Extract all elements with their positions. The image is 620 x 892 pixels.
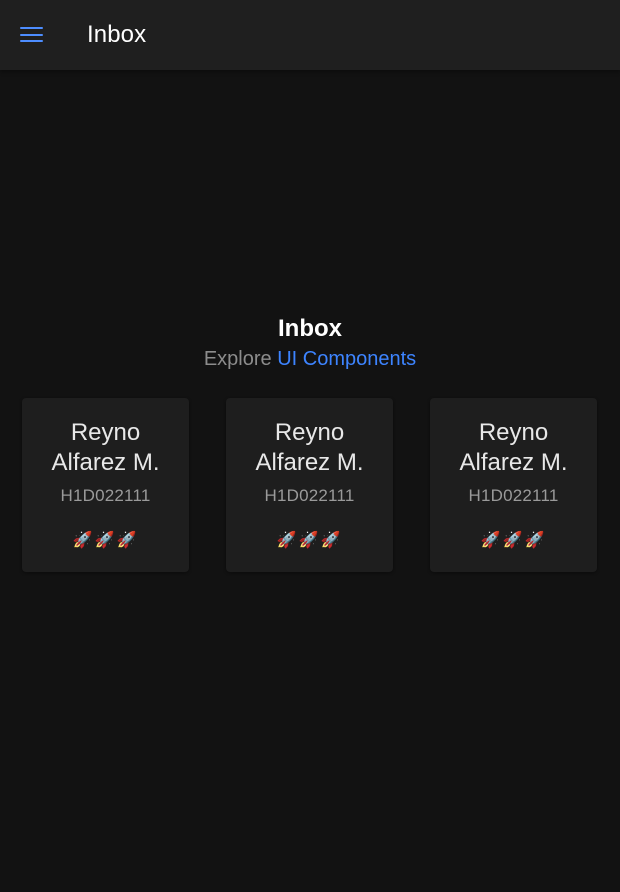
menu-icon-bar bbox=[20, 27, 43, 30]
page-heading: Inbox bbox=[278, 315, 342, 342]
profile-card[interactable]: Reyno Alfarez M. H1D022111 🚀🚀🚀 bbox=[430, 398, 597, 572]
menu-icon-bar bbox=[20, 40, 43, 43]
card-name-line1: Reyno bbox=[274, 419, 345, 446]
card-id: H1D022111 bbox=[264, 486, 355, 505]
card-name-line2: Alfarez M. bbox=[255, 449, 364, 476]
rocket-icons: 🚀🚀🚀 bbox=[276, 532, 343, 549]
card-name: Reyno Alfarez M. bbox=[430, 418, 597, 478]
top-toolbar: Inbox bbox=[0, 0, 620, 70]
toolbar-title: Inbox bbox=[87, 21, 147, 48]
card-name-line1: Reyno bbox=[478, 419, 549, 446]
profile-card[interactable]: Reyno Alfarez M. H1D022111 🚀🚀🚀 bbox=[22, 398, 189, 572]
card-name-line2: Alfarez M. bbox=[51, 449, 160, 476]
menu-icon-bar bbox=[20, 33, 43, 36]
profile-card[interactable]: Reyno Alfarez M. H1D022111 🚀🚀🚀 bbox=[226, 398, 393, 572]
card-id: H1D022111 bbox=[468, 486, 559, 505]
card-grid: Reyno Alfarez M. H1D022111 🚀🚀🚀 Reyno Alf… bbox=[22, 398, 598, 572]
main-content: Inbox Explore UI Components bbox=[0, 314, 620, 374]
menu-icon[interactable] bbox=[20, 26, 44, 44]
card-name-line2: Alfarez M. bbox=[459, 449, 568, 476]
rocket-icons: 🚀🚀🚀 bbox=[480, 532, 547, 549]
card-id: H1D022111 bbox=[60, 486, 151, 505]
card-name: Reyno Alfarez M. bbox=[22, 418, 189, 478]
rocket-icons: 🚀🚀🚀 bbox=[72, 532, 139, 549]
ui-components-link[interactable]: UI Components bbox=[277, 348, 416, 370]
page-subtitle: Explore UI Components bbox=[0, 344, 620, 374]
card-name-line1: Reyno bbox=[70, 419, 141, 446]
card-name: Reyno Alfarez M. bbox=[226, 418, 393, 478]
subtitle-prefix: Explore bbox=[203, 348, 272, 370]
